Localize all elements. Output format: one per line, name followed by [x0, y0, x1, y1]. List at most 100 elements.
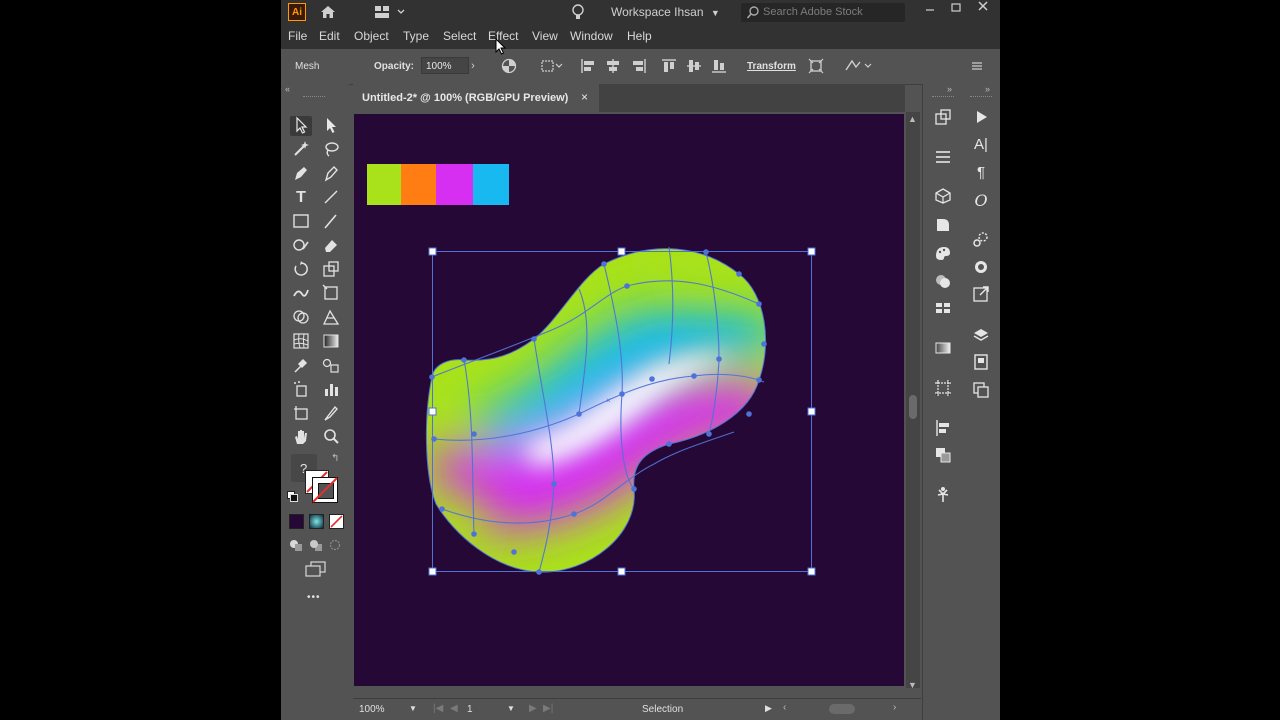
screen-mode-icon[interactable] — [304, 561, 328, 577]
close-window-button[interactable] — [976, 0, 990, 14]
rotate-tool-icon[interactable] — [290, 260, 312, 280]
panel-grip-2[interactable] — [970, 96, 992, 99]
panel-menu-icon[interactable] — [970, 58, 984, 77]
symbol-sprayer-tool-icon[interactable] — [290, 380, 312, 400]
collapse-dock-icon[interactable]: » — [947, 84, 952, 94]
libraries-panel-icon[interactable] — [932, 187, 954, 207]
document-tab[interactable]: Untitled-2* @ 100% (RGB/GPU Preview) × — [353, 84, 599, 112]
none-mode-button[interactable] — [329, 514, 344, 529]
swap-fill-stroke-icon[interactable]: ↰ — [331, 453, 339, 464]
eyedropper-tool-icon[interactable] — [290, 356, 312, 376]
perspective-grid-tool-icon[interactable] — [320, 308, 342, 328]
draw-behind-icon[interactable] — [309, 538, 323, 552]
gradient-panel-icon[interactable] — [932, 339, 954, 359]
close-tab-button[interactable]: × — [581, 90, 588, 104]
zoom-dropdown-icon[interactable]: ▼ — [409, 704, 417, 713]
draw-normal-icon[interactable] — [289, 538, 303, 552]
collapse-dock-icon-2[interactable]: » — [985, 84, 990, 94]
blend-tool-icon[interactable] — [320, 356, 342, 376]
transform-panel-icon[interactable] — [932, 379, 954, 399]
curvature-tool-icon[interactable] — [320, 164, 342, 184]
actions-play-icon[interactable] — [970, 108, 992, 128]
shaper-tool-icon[interactable] — [290, 236, 312, 256]
rectangle-tool-icon[interactable] — [290, 212, 312, 232]
menu-select[interactable]: Select — [443, 29, 476, 43]
scroll-right-arrow[interactable]: › — [893, 702, 896, 713]
vertical-scrollbar[interactable]: ▲ ▼ — [906, 112, 920, 690]
scroll-up-arrow[interactable]: ▲ — [908, 114, 917, 124]
scroll-down-arrow[interactable]: ▼ — [908, 680, 917, 690]
draw-inside-icon[interactable] — [329, 538, 343, 552]
shape-builder-tool-icon[interactable] — [290, 308, 312, 328]
transform-link[interactable]: Transform — [747, 61, 796, 72]
column-graph-tool-icon[interactable] — [320, 380, 342, 400]
swatch-green[interactable] — [367, 164, 401, 205]
graphic-styles-panel-icon[interactable] — [970, 258, 992, 278]
align-bottom-icon[interactable] — [711, 58, 727, 77]
artboards-panel-icon[interactable] — [970, 381, 992, 401]
chevron-right-icon[interactable]: › — [468, 59, 478, 73]
fill-stroke-widget[interactable] — [287, 467, 343, 507]
maximize-button[interactable] — [949, 1, 963, 15]
next-artboard-icon[interactable]: ▶ — [529, 703, 537, 714]
symbols-panel-icon[interactable] — [932, 272, 954, 292]
menu-edit[interactable]: Edit — [319, 29, 340, 43]
panel-grip[interactable] — [303, 96, 325, 99]
type-tool-icon[interactable]: T — [290, 188, 312, 208]
opentype-panel-icon[interactable]: O — [970, 191, 992, 211]
collapse-panel-icon[interactable]: « — [285, 84, 290, 94]
panel-grip[interactable] — [932, 96, 954, 99]
hand-tool-icon[interactable] — [290, 428, 312, 448]
menu-window[interactable]: Window — [570, 29, 613, 43]
swatch-cyan[interactable] — [473, 164, 509, 205]
more-tools-button[interactable]: ••• — [307, 592, 321, 603]
pathfinder-panel-icon[interactable] — [932, 446, 954, 466]
recolor-artwork-icon[interactable] — [501, 58, 517, 77]
home-icon[interactable] — [319, 4, 337, 20]
magic-wand-tool-icon[interactable] — [290, 140, 312, 160]
align-left-icon[interactable] — [580, 58, 596, 77]
artwork-svg[interactable]: × — [354, 114, 904, 686]
swatch-orange[interactable] — [401, 164, 436, 205]
minimize-button[interactable] — [923, 2, 937, 16]
scroll-thumb[interactable] — [909, 395, 917, 419]
menu-object[interactable]: Object — [354, 29, 389, 43]
free-transform-tool-icon[interactable] — [320, 284, 342, 304]
artboard-number[interactable]: 1 — [467, 704, 473, 715]
arrange-documents-icon[interactable] — [374, 5, 408, 19]
color-mode-button[interactable] — [289, 514, 304, 529]
puppet-warp-panel-icon[interactable] — [932, 486, 954, 506]
puppet-warp-icon[interactable] — [844, 58, 872, 77]
stock-search-input[interactable]: Search Adobe Stock — [741, 3, 905, 22]
first-artboard-icon[interactable]: |◀ — [433, 703, 443, 714]
gradient-tool-icon[interactable] — [320, 332, 342, 352]
workspace-switcher[interactable]: Workspace Ihsan ▼ — [611, 5, 720, 19]
align-panel-icon[interactable] — [932, 419, 954, 439]
menu-file[interactable]: File — [288, 29, 307, 43]
isolate-object-icon[interactable] — [808, 58, 824, 77]
gradient-mode-button[interactable] — [309, 514, 324, 529]
previous-artboard-icon[interactable]: ◀ — [450, 703, 458, 714]
scroll-left-arrow[interactable]: ‹ — [783, 702, 786, 713]
swatches-panel-icon[interactable] — [932, 299, 954, 319]
character-panel-icon[interactable]: A| — [970, 135, 992, 155]
status-text[interactable]: Selection — [642, 704, 683, 715]
align-right-icon[interactable] — [631, 58, 647, 77]
stroke-swatch[interactable] — [312, 477, 338, 503]
artboard[interactable]: × — [354, 114, 904, 686]
default-colors-icon[interactable] — [287, 491, 298, 502]
menu-view[interactable]: View — [532, 29, 558, 43]
eraser-tool-icon[interactable] — [320, 236, 342, 256]
line-tool-icon[interactable] — [320, 188, 342, 208]
menu-type[interactable]: Type — [403, 29, 429, 43]
color-guide-panel-icon[interactable] — [932, 244, 954, 264]
scale-tool-icon[interactable] — [320, 260, 342, 280]
align-to-icon[interactable] — [540, 58, 564, 77]
status-menu-icon[interactable]: ▶ — [765, 703, 772, 714]
appearance-panel-icon[interactable] — [970, 230, 992, 250]
selection-tool-icon[interactable] — [290, 116, 312, 136]
horizontal-scroll-thumb[interactable] — [829, 704, 855, 714]
lightbulb-icon[interactable] — [571, 3, 585, 21]
layers-panel-icon[interactable] — [970, 326, 992, 346]
opacity-field[interactable]: 100% — [421, 57, 469, 74]
